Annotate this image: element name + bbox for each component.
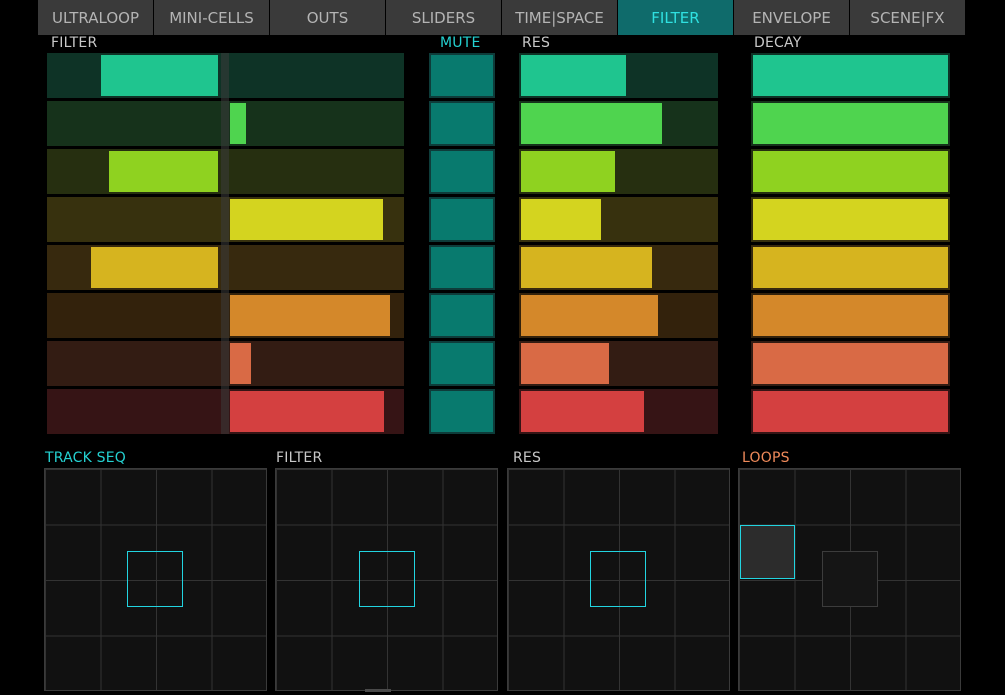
res-slider-track-1[interactable] <box>519 53 718 98</box>
res-slider-fill <box>521 391 645 432</box>
mute-toggle-face <box>431 199 493 240</box>
filter-slider-fill <box>108 151 218 192</box>
decay-slider-fill <box>753 199 948 240</box>
decay-slider-fill <box>753 151 948 192</box>
res-slider-fill <box>521 151 615 192</box>
filter-slider-fill <box>230 391 385 432</box>
mute-toggle-track-7[interactable] <box>429 341 495 386</box>
res-xy-pad[interactable] <box>507 468 730 691</box>
decay-slider-track-4[interactable] <box>751 197 950 242</box>
res-xy-cursor[interactable] <box>590 551 646 607</box>
tab-mini-cells[interactable]: MINI-CELLS <box>154 0 269 35</box>
loops-pad[interactable] <box>738 468 961 691</box>
decay-slider-fill <box>753 103 948 144</box>
mute-toggle-track-2[interactable] <box>429 101 495 146</box>
filter-slider-fill <box>101 55 218 96</box>
res-slider-track-4[interactable] <box>519 197 718 242</box>
filter-slider-fill <box>230 199 383 240</box>
decay-slider-track-5[interactable] <box>751 245 950 290</box>
filter-xy-cursor[interactable] <box>359 551 415 607</box>
mute-toggle-track-4[interactable] <box>429 197 495 242</box>
decay-slider-track-1[interactable] <box>751 53 950 98</box>
mute-toggle-face <box>431 295 493 336</box>
mute-toggle-track-1[interactable] <box>429 53 495 98</box>
decay-slider-fill <box>753 247 948 288</box>
decay-section-label: DECAY <box>754 35 802 51</box>
decay-slider-track-3[interactable] <box>751 149 950 194</box>
track-seq-label: TRACK SEQ <box>45 450 127 466</box>
decay-slider-track-8[interactable] <box>751 389 950 434</box>
decay-slider-track-2[interactable] <box>751 101 950 146</box>
tab-scene-fx[interactable]: SCENE|FX <box>850 0 965 35</box>
tab-ultraloop[interactable]: ULTRALOOP <box>38 0 153 35</box>
loops-active-cell[interactable] <box>740 525 795 579</box>
filter-center-line <box>221 53 229 434</box>
decay-slider-fill <box>753 295 948 336</box>
loops-marker-cell[interactable] <box>822 551 878 607</box>
mute-toggle-face <box>431 55 493 96</box>
res-slider-fill <box>521 103 663 144</box>
filter-xy-label: FILTER <box>276 450 323 466</box>
loops-label: LOOPS <box>742 450 790 466</box>
decay-slider-track-7[interactable] <box>751 341 950 386</box>
tab-sliders[interactable]: SLIDERS <box>386 0 501 35</box>
filter-section-label: FILTER <box>51 35 98 51</box>
res-slider-fill <box>521 199 601 240</box>
res-section-label: RES <box>522 35 551 51</box>
track-seq-pad[interactable] <box>44 468 267 691</box>
filter-slider-fill <box>230 103 246 144</box>
res-slider-track-3[interactable] <box>519 149 718 194</box>
scroll-indicator <box>365 689 391 692</box>
tab-envelope[interactable]: ENVELOPE <box>734 0 849 35</box>
mute-toggle-track-5[interactable] <box>429 245 495 290</box>
decay-slider-fill <box>753 391 948 432</box>
mute-toggle-face <box>431 343 493 384</box>
tab-outs[interactable]: OUTS <box>270 0 385 35</box>
mute-toggle-face <box>431 247 493 288</box>
decay-slider-track-6[interactable] <box>751 293 950 338</box>
res-slider-track-5[interactable] <box>519 245 718 290</box>
decay-slider-fill <box>753 343 948 384</box>
res-slider-fill <box>521 55 627 96</box>
tab-bar: ULTRALOOP MINI-CELLS OUTS SLIDERS TIME|SPACE… <box>38 0 966 35</box>
decay-slider-fill <box>753 55 948 96</box>
res-slider-fill <box>521 343 609 384</box>
mute-toggle-track-3[interactable] <box>429 149 495 194</box>
mute-section-label: MUTE <box>440 35 481 51</box>
mute-toggle-face <box>431 391 493 432</box>
tab-filter[interactable]: FILTER <box>618 0 733 35</box>
track-seq-cursor[interactable] <box>127 551 183 607</box>
filter-xy-pad[interactable] <box>275 468 498 691</box>
res-xy-label: RES <box>513 450 542 466</box>
mute-toggle-face <box>431 151 493 192</box>
mute-toggle-face <box>431 103 493 144</box>
res-slider-track-2[interactable] <box>519 101 718 146</box>
tab-time-space[interactable]: TIME|SPACE <box>502 0 617 35</box>
filter-slider-fill <box>90 247 218 288</box>
filter-slider-fill <box>230 343 252 384</box>
res-slider-fill <box>521 295 659 336</box>
filter-slider-fill <box>230 295 390 336</box>
mute-toggle-track-8[interactable] <box>429 389 495 434</box>
res-slider-track-6[interactable] <box>519 293 718 338</box>
mute-toggle-track-6[interactable] <box>429 293 495 338</box>
res-slider-fill <box>521 247 653 288</box>
res-slider-track-7[interactable] <box>519 341 718 386</box>
res-slider-track-8[interactable] <box>519 389 718 434</box>
